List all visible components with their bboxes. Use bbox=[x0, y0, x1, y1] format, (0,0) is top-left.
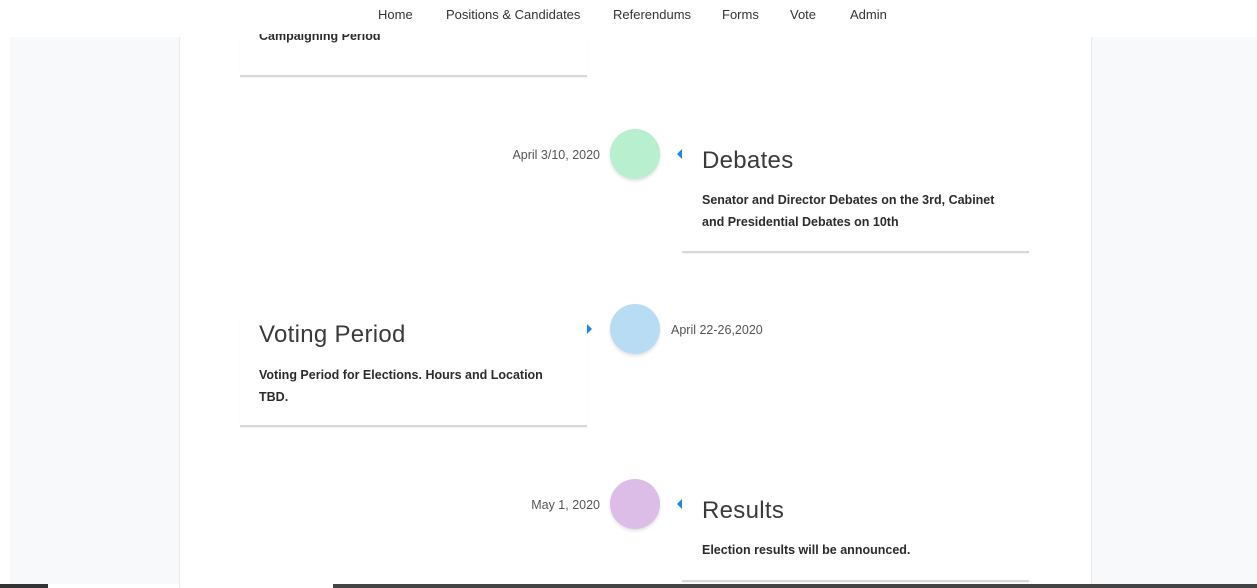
nav-referendums[interactable]: Referendums bbox=[613, 7, 691, 22]
timeline-dot-voting bbox=[610, 304, 660, 354]
timeline-dot-debates bbox=[610, 129, 660, 179]
timeline-card-results: Results Election results will be announc… bbox=[682, 487, 1029, 582]
date-debates: April 3/10, 2020 bbox=[512, 148, 600, 162]
timeline-card-campaigning: Campaigning Period bbox=[240, 27, 587, 77]
timeline-card-voting: Voting Period Voting Period for Election… bbox=[240, 313, 587, 427]
card-title-debates: Debates bbox=[702, 147, 794, 174]
card-text-results: Election results will be announced. bbox=[702, 543, 911, 557]
card-title-voting: Voting Period bbox=[259, 321, 406, 348]
nav-home[interactable]: Home bbox=[378, 7, 413, 22]
arrow-right-icon bbox=[587, 324, 592, 334]
timeline-dot-results bbox=[610, 479, 660, 529]
nav-vote[interactable]: Vote bbox=[790, 7, 816, 22]
date-results: May 1, 2020 bbox=[531, 498, 600, 512]
card-text-voting: Voting Period for Elections. Hours and L… bbox=[259, 368, 543, 404]
timeline-panel: Campaigning Period April 3/10, 2020 Deba… bbox=[179, 27, 1092, 588]
bottom-edge-right bbox=[333, 584, 1257, 588]
nav-admin[interactable]: Admin bbox=[850, 7, 887, 22]
card-title-results: Results bbox=[702, 497, 785, 524]
nav-positions-candidates[interactable]: Positions & Candidates bbox=[446, 7, 580, 22]
date-voting: April 22-26,2020 bbox=[671, 323, 763, 337]
nav-forms[interactable]: Forms bbox=[722, 7, 759, 22]
top-navbar: Home Positions & Candidates Referendums … bbox=[0, 0, 1257, 34]
card-text-debates: Senator and Director Debates on the 3rd,… bbox=[702, 193, 995, 229]
timeline-card-debates: Debates Senator and Director Debates on … bbox=[682, 137, 1029, 253]
bottom-edge-left bbox=[0, 584, 48, 588]
